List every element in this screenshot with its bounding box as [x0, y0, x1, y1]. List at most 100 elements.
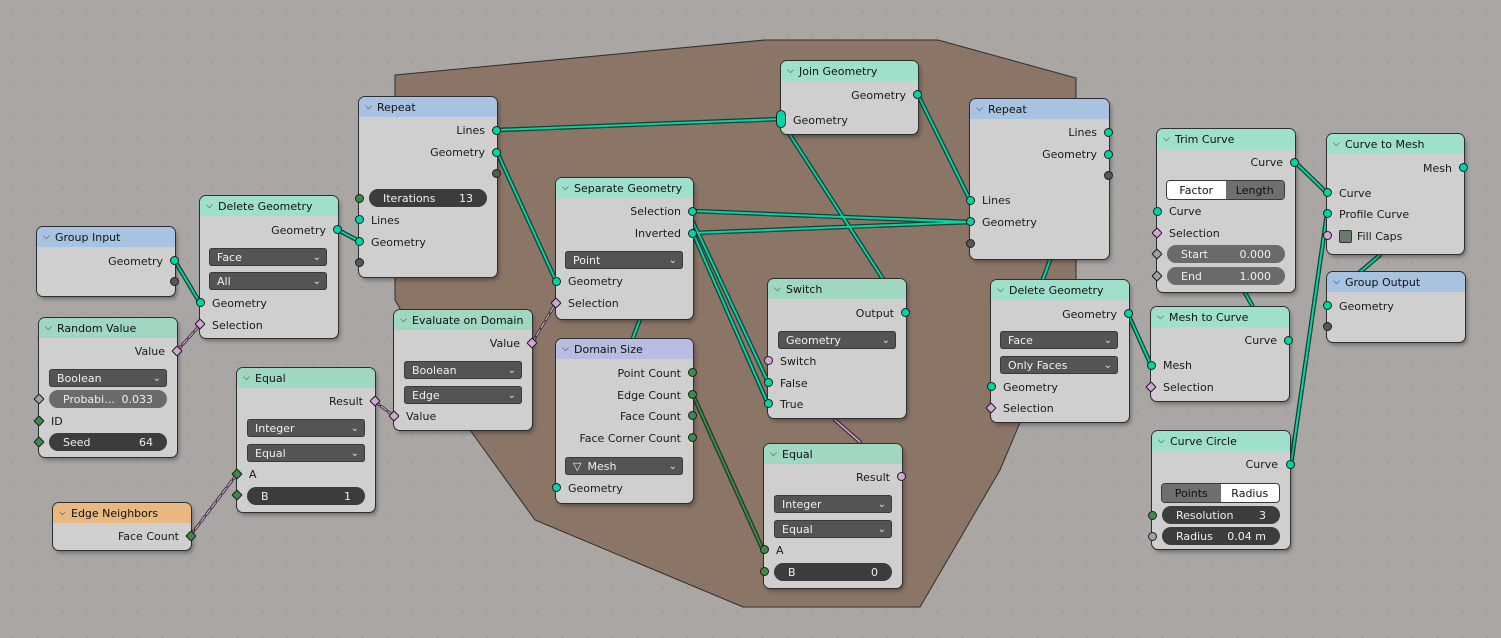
mode-factor-button[interactable]: Factor: [1167, 181, 1226, 199]
chevron-down-icon[interactable]: ⌵: [562, 183, 574, 193]
node-group-output[interactable]: ⌵ Group Output Geometry: [1323, 272, 1465, 342]
socket-out-geometry[interactable]: [170, 256, 179, 265]
chevron-down-icon[interactable]: ⌵: [43, 232, 55, 242]
type-dropdown[interactable]: Boolean ⌄: [404, 361, 522, 379]
node-evaluate-on-domain[interactable]: ⌵ Evaluate on Domain Value Boolean ⌄ Edge ⌄…: [388, 310, 538, 430]
chevron-down-icon[interactable]: ⌵: [1333, 277, 1345, 287]
node-header[interactable]: ⌵ Join Geometry: [781, 61, 918, 81]
socket-out-geometry[interactable]: [492, 148, 501, 157]
node-header[interactable]: ⌵ Group Input: [37, 227, 175, 247]
socket-in-resolution[interactable]: [1148, 511, 1157, 520]
socket-out-extra[interactable]: [492, 169, 501, 178]
radius-field[interactable]: Radius 0.04 m: [1162, 527, 1280, 545]
node-header[interactable]: ⌵ Edge Neighbors: [53, 503, 191, 523]
node-header[interactable]: ⌵ Delete Geometry: [200, 196, 338, 216]
socket-out-result[interactable]: [897, 472, 906, 481]
node-curve-circle[interactable]: ⌵ Curve Circle Curve Points Radius Resolu…: [1148, 431, 1295, 549]
chevron-down-icon[interactable]: ⌵: [774, 284, 786, 294]
socket-in-iterations[interactable]: [355, 194, 364, 203]
socket-in-extra[interactable]: [355, 258, 364, 267]
node-header[interactable]: ⌵ Mesh to Curve: [1151, 307, 1289, 327]
socket-out-curve[interactable]: [1290, 158, 1299, 167]
end-field[interactable]: End 1.000: [1167, 267, 1285, 285]
operation-dropdown[interactable]: Equal ⌄: [774, 520, 892, 538]
node-header[interactable]: ⌵ Separate Geometry: [556, 178, 693, 198]
chevron-down-icon[interactable]: ⌵: [1158, 436, 1170, 446]
chevron-down-icon[interactable]: ⌵: [1157, 312, 1169, 322]
socket-in-b[interactable]: [760, 567, 769, 576]
node-group-input[interactable]: ⌵ Group Input Geometry: [37, 227, 179, 296]
node-switch[interactable]: ⌵ Switch Output Geometry ⌄ Switch False Tr…: [764, 279, 910, 418]
socket-out-output[interactable]: [901, 308, 910, 317]
probability-field[interactable]: Probabi... 0.033: [49, 390, 167, 408]
node-editor-canvas[interactable]: ⌵ Group Input Geometry ⌵ Random Value Valu…: [0, 0, 1501, 638]
socket-out-edge-count[interactable]: [688, 390, 697, 399]
socket-out-extra[interactable]: [170, 277, 179, 286]
node-random-value[interactable]: ⌵ Random Value Value Boolean ⌄ Probabi... 0…: [33, 318, 183, 457]
node-separate-geometry[interactable]: ⌵ Separate Geometry Selection Inverted Po…: [550, 178, 697, 319]
node-header[interactable]: ⌵ Curve Circle: [1152, 431, 1290, 451]
mode-toggle[interactable]: Points Radius: [1162, 484, 1279, 502]
mode-points-button[interactable]: Points: [1162, 484, 1221, 502]
socket-in-radius[interactable]: [1148, 532, 1157, 541]
socket-in-extra[interactable]: [966, 239, 975, 248]
node-equal-1[interactable]: ⌵ Equal Result Integer ⌄ Equal ⌄ A B1: [231, 368, 381, 512]
domain-dropdown[interactable]: Edge ⌄: [404, 386, 522, 404]
socket-out-geometry[interactable]: [913, 90, 922, 99]
chevron-down-icon[interactable]: ⌵: [976, 104, 988, 114]
mode-dropdown[interactable]: All ⌄: [209, 272, 327, 290]
domain-dropdown[interactable]: Point ⌄: [565, 251, 683, 269]
seed-field[interactable]: Seed 64: [49, 433, 167, 451]
resolution-field[interactable]: Resolution 3: [1162, 506, 1280, 524]
chevron-down-icon[interactable]: ⌵: [770, 449, 782, 459]
b-field[interactable]: B0: [774, 563, 892, 581]
chevron-down-icon[interactable]: ⌵: [1333, 139, 1345, 149]
chevron-down-icon[interactable]: ⌵: [365, 102, 377, 112]
node-edge-neighbors[interactable]: ⌵ Edge Neighbors Face Count: [53, 503, 197, 550]
socket-out-geometry[interactable]: [1124, 309, 1133, 318]
node-curve-to-mesh[interactable]: ⌵ Curve to Mesh Mesh Curve Profile Curve …: [1323, 134, 1468, 254]
domain-dropdown[interactable]: Face ⌄: [209, 248, 327, 266]
chevron-down-icon[interactable]: ⌵: [997, 285, 1009, 295]
node-domain-size[interactable]: ⌵ Domain Size Point Count Edge Count Face…: [552, 339, 697, 503]
node-repeat-input[interactable]: ⌵ Repeat Lines Geometry Iterations 13 Line…: [355, 97, 501, 277]
node-equal-2[interactable]: ⌵ Equal Result Integer ⌄ Equal ⌄ A B0: [760, 444, 906, 588]
socket-out-lines[interactable]: [492, 126, 501, 135]
chevron-down-icon[interactable]: ⌵: [206, 201, 218, 211]
domain-dropdown[interactable]: Face ⌄: [1000, 331, 1118, 349]
node-repeat-output[interactable]: ⌵ Repeat Lines Geometry Lines Geometry: [966, 99, 1113, 259]
node-header[interactable]: ⌵ Domain Size: [556, 339, 693, 359]
node-header[interactable]: ⌵ Group Output: [1327, 272, 1465, 292]
mode-length-button[interactable]: Length: [1225, 181, 1284, 199]
component-dropdown[interactable]: ▽ Mesh ⌄: [565, 457, 683, 475]
type-dropdown[interactable]: Integer ⌄: [774, 495, 892, 513]
node-header[interactable]: ⌵ Switch: [768, 279, 906, 299]
socket-out-face-corner-count[interactable]: [688, 433, 697, 442]
b-field[interactable]: B1: [247, 487, 365, 505]
socket-out-geometry[interactable]: [333, 225, 342, 234]
socket-out-inverted[interactable]: [688, 229, 697, 238]
chevron-down-icon[interactable]: ⌵: [787, 66, 799, 76]
socket-out-point-count[interactable]: [688, 368, 697, 377]
socket-out-mesh[interactable]: [1459, 163, 1468, 172]
socket-out-curve[interactable]: [1286, 460, 1295, 469]
node-header[interactable]: ⌵ Evaluate on Domain: [394, 310, 532, 330]
node-header[interactable]: ⌵ Curve to Mesh: [1327, 134, 1464, 154]
chevron-down-icon[interactable]: ⌵: [243, 373, 255, 383]
socket-out-face-count[interactable]: [688, 411, 697, 420]
socket-out-extra[interactable]: [1104, 171, 1113, 180]
socket-out-curve[interactable]: [1284, 336, 1293, 345]
node-join-geometry[interactable]: ⌵ Join Geometry Geometry Geometry: [776, 61, 922, 134]
chevron-down-icon[interactable]: ⌵: [562, 344, 574, 354]
start-field[interactable]: Start 0.000: [1167, 245, 1285, 263]
mode-toggle[interactable]: Factor Length: [1167, 181, 1284, 199]
node-delete-geometry-2[interactable]: ⌵ Delete Geometry Geometry Face ⌄ Only Fac…: [985, 280, 1133, 422]
chevron-down-icon[interactable]: ⌵: [45, 323, 57, 333]
type-dropdown[interactable]: Geometry ⌄: [778, 331, 896, 349]
type-dropdown[interactable]: Integer ⌄: [247, 419, 365, 437]
fill-caps-checkbox[interactable]: [1339, 229, 1352, 243]
socket-in-extra[interactable]: [1323, 322, 1332, 331]
mode-radius-button[interactable]: Radius: [1220, 484, 1279, 502]
node-header[interactable]: ⌵ Repeat: [359, 97, 497, 117]
mode-dropdown[interactable]: Only Faces ⌄: [1000, 356, 1118, 374]
